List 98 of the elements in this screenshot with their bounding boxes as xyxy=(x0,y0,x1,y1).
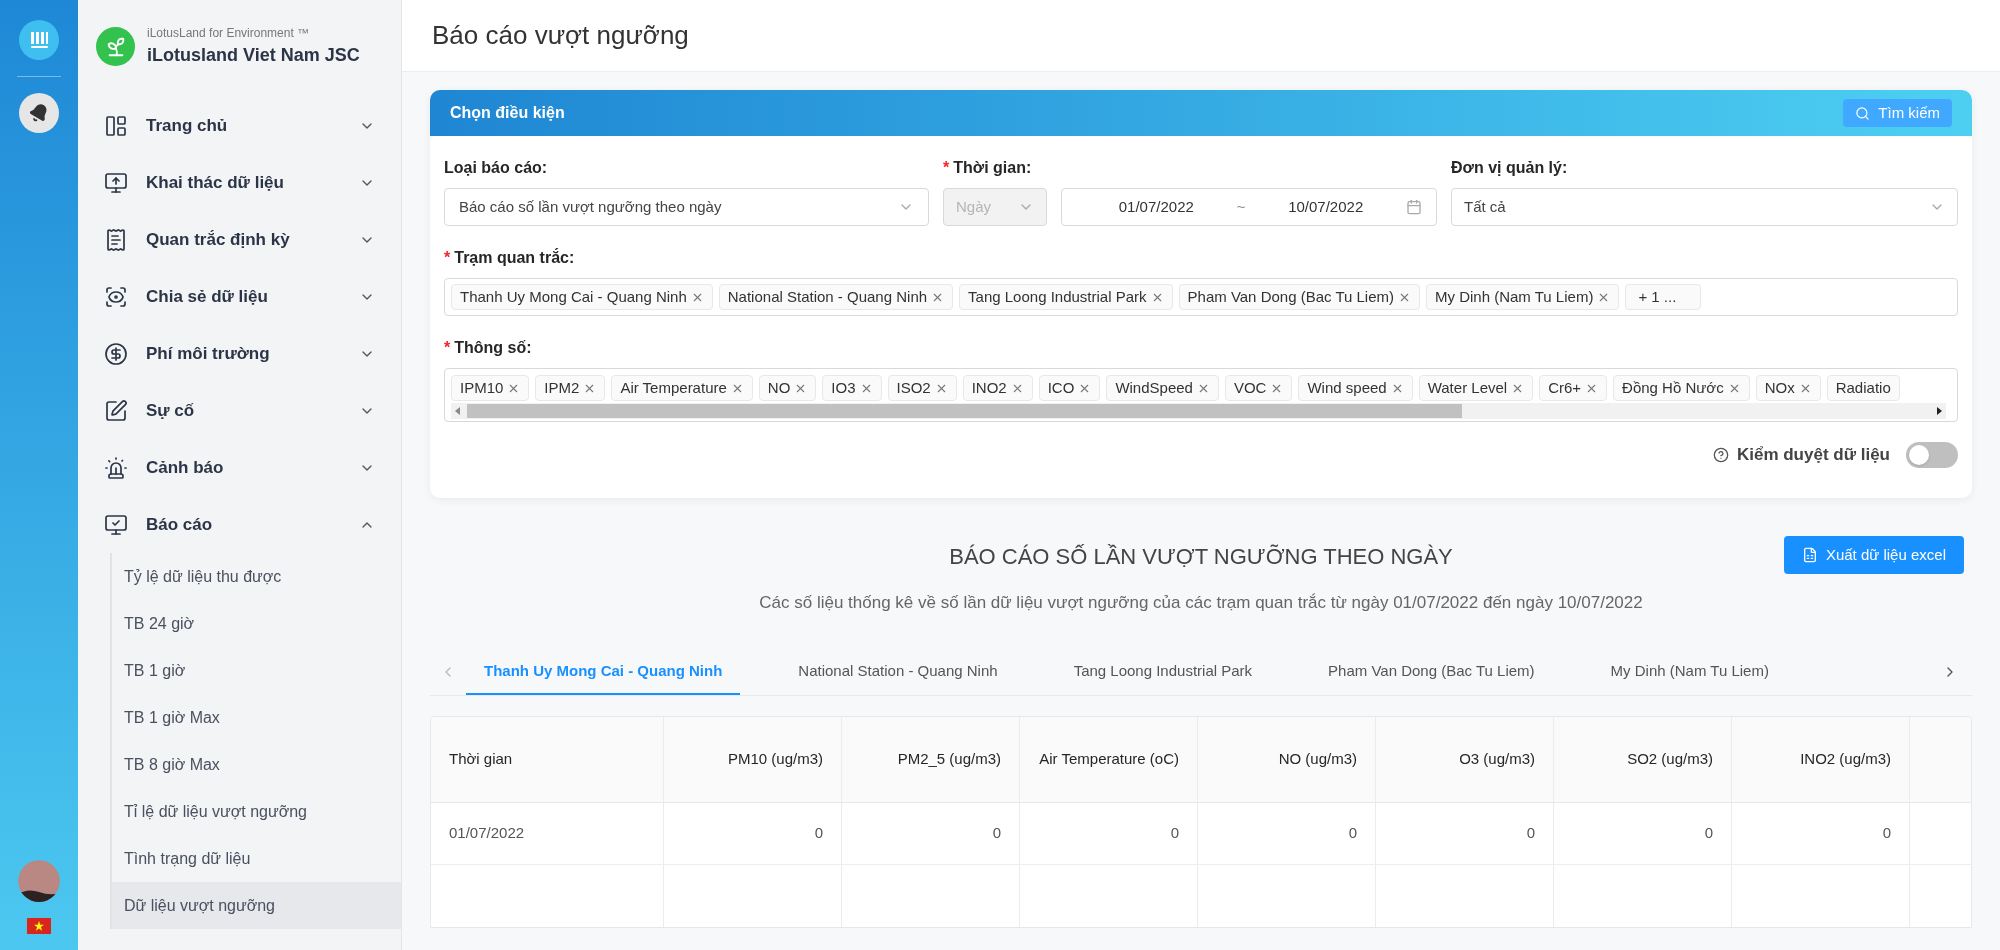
report-type-select[interactable]: Báo cáo số lần vượt ngưỡng theo ngày xyxy=(444,188,929,226)
station-tab[interactable]: Pham Van Dong (Bac Tu Liem) xyxy=(1310,649,1553,695)
column-header: Air Temperature (oC) xyxy=(1039,748,1179,769)
tag[interactable]: IPM10 xyxy=(451,375,530,401)
dollar-icon xyxy=(104,341,128,366)
menu-item[interactable]: Chia sẻ dữ liệu xyxy=(78,268,401,325)
tag[interactable]: Wind speed xyxy=(1298,375,1413,401)
report-subtitle: Các số liệu thống kê về số lần dữ liệu vượt ngưỡng của các trạm quan trắc từ ngày 01/07/2022 đến ngày 10/07/2022 xyxy=(759,592,1643,614)
tag[interactable]: NO xyxy=(758,375,817,401)
menu-item[interactable]: Phí môi trường xyxy=(78,325,401,382)
search-icon xyxy=(1855,105,1871,121)
moderation-label: Kiểm duyệt dữ liệu xyxy=(1736,444,1890,467)
required-mark: * xyxy=(444,248,451,268)
tag[interactable]: Thanh Uy Mong Cai - Quang Ninh xyxy=(451,284,713,310)
vietnam-flag-icon[interactable] xyxy=(27,918,51,934)
field-label: Loại báo cáo: xyxy=(444,158,548,178)
submenu-item[interactable]: TB 1 giờ xyxy=(112,647,401,694)
tag[interactable]: IPM2 xyxy=(535,375,606,401)
monitor-check-icon xyxy=(104,512,128,537)
table-cell-text: 01/07/2022 xyxy=(449,822,525,843)
menu-item[interactable]: Báo cáo xyxy=(78,496,401,553)
column-header: SO2 (ug/m3) xyxy=(1627,748,1713,769)
alarm-icon xyxy=(104,455,128,480)
menu-item[interactable]: Trang chủ xyxy=(78,97,401,154)
tag[interactable]: Cr6+ xyxy=(1539,375,1608,401)
table-cell-text: 0 xyxy=(992,822,1001,843)
table-cell-text: 0 xyxy=(1170,822,1179,843)
column-header: O3 (ug/m3) xyxy=(1459,748,1535,769)
tag[interactable]: ICO xyxy=(1038,375,1101,401)
page-title: Báo cáo vượt ngưỡng xyxy=(432,19,689,52)
moderation-switch[interactable] xyxy=(1906,442,1958,468)
field-label: Thời gian: xyxy=(953,158,1032,178)
brand-tagline: iLotusLand for Environment ™ xyxy=(147,25,311,42)
table-cell-text: 0 xyxy=(1348,822,1357,843)
field-label: Trạm quan trắc: xyxy=(454,247,575,268)
report-title: BÁO CÁO SỐ LẦN VƯỢT NGƯỠNG THEO NGÀY xyxy=(949,542,1453,571)
document-icon xyxy=(104,227,128,252)
tag[interactable]: Tang Loong Industrial Park xyxy=(959,284,1173,310)
submenu-item[interactable]: Dữ liệu vượt ngưỡng xyxy=(112,882,401,929)
field-label: Đơn vị quản lý: xyxy=(1451,158,1568,178)
tag[interactable]: National Station - Quang Ninh xyxy=(718,284,954,310)
edit-icon xyxy=(104,398,128,423)
table-cell-text: 0 xyxy=(814,822,823,843)
column-header: Thời gian xyxy=(449,748,513,769)
layout-icon xyxy=(104,113,128,138)
notification-button[interactable] xyxy=(19,93,59,133)
unit-select[interactable]: Tất cả xyxy=(1451,188,1958,226)
required-mark: * xyxy=(444,338,451,358)
tag[interactable]: IO3 xyxy=(822,375,882,401)
tag[interactable]: ISO2 xyxy=(887,375,957,401)
submenu-item[interactable]: TB 8 giờ Max xyxy=(112,741,401,788)
excel-file-icon xyxy=(1801,547,1818,563)
more-tag[interactable]: + 1 ... xyxy=(1625,284,1702,310)
station-select[interactable]: Thanh Uy Mong Cai - Quang Ninh National Station - Quang Ninh Tang Loong Industrial Park Pham Van Dong (Bac Tu Liem) My Dinh (Nam Tu Liem) + 1 ... xyxy=(444,278,1958,316)
submenu-item[interactable]: TB 1 giờ Max xyxy=(112,694,401,741)
parameter-select[interactable]: IPM10 IPM2 Air Temperature NO IO3 ISO2 INO2 ICO WindSpeed VOC Wind speed Water Level Cr6+ Đồng Hồ Nước NOx Radiatio xyxy=(444,368,1958,422)
avatar[interactable] xyxy=(18,860,60,902)
menu-item[interactable]: Sự cố xyxy=(78,382,401,439)
tag[interactable]: NOx xyxy=(1755,375,1821,401)
station-tab[interactable]: National Station - Quang Ninh xyxy=(780,649,1016,695)
focus-icon xyxy=(104,284,128,309)
tag[interactable]: Air Temperature xyxy=(611,375,753,401)
submenu-item[interactable]: TB 24 giờ xyxy=(112,600,401,647)
required-mark: * xyxy=(943,158,950,178)
field-label: Thông số: xyxy=(454,338,532,358)
menu-item[interactable]: Khai thác dữ liệu xyxy=(78,154,401,211)
tag[interactable]: Đồng Hồ Nước xyxy=(1613,375,1750,401)
scrollbar-thumb[interactable] xyxy=(467,404,1462,418)
brand-logo-icon xyxy=(96,27,135,66)
submenu-item[interactable]: Tỉ lệ dữ liệu vượt ngưỡng xyxy=(112,788,401,835)
calendar-icon xyxy=(1406,199,1422,215)
tag[interactable]: Radiatio xyxy=(1826,375,1900,401)
date-range-field[interactable]: 01/07/2022 ~ 10/07/2022 xyxy=(1061,188,1437,226)
menu-item[interactable]: Quan trắc định kỳ xyxy=(78,211,401,268)
tag[interactable]: INO2 xyxy=(962,375,1033,401)
tag[interactable]: Water Level xyxy=(1418,375,1534,401)
monitor-icon xyxy=(104,170,128,195)
station-tab[interactable]: Tang Loong Industrial Park xyxy=(1055,649,1271,695)
station-tab[interactable]: My Dinh (Nam Tu Liem) xyxy=(1592,649,1787,695)
column-header: PM2_5 (ug/m3) xyxy=(897,748,1001,769)
table-cell-text: 0 xyxy=(1526,822,1535,843)
brand-name: iLotusland Viet Nam JSC xyxy=(147,44,360,67)
tag[interactable]: Pham Van Dong (Bac Tu Liem) xyxy=(1178,284,1420,310)
help-icon xyxy=(1712,447,1729,463)
app-logo-icon[interactable] xyxy=(19,20,59,60)
submenu-item[interactable]: Tỷ lệ dữ liệu thu được xyxy=(112,553,401,600)
tag[interactable]: VOC xyxy=(1224,375,1293,401)
tag[interactable]: My Dinh (Nam Tu Liem) xyxy=(1426,284,1620,310)
submenu-item[interactable]: Tình trạng dữ liệu xyxy=(112,835,401,882)
table-cell-text: 0 xyxy=(1704,822,1713,843)
table-cell-text: 0 xyxy=(1882,822,1891,843)
menu-item[interactable]: Cảnh báo xyxy=(78,439,401,496)
column-header: INO2 (ug/m3) xyxy=(1800,748,1891,769)
tag[interactable]: WindSpeed xyxy=(1106,375,1219,401)
column-header: NO (ug/m3) xyxy=(1278,748,1357,769)
scrollbar[interactable] xyxy=(451,403,1946,419)
card-title: Chọn điều kiện xyxy=(450,103,565,123)
column-header: PM10 (ug/m3) xyxy=(727,748,823,769)
